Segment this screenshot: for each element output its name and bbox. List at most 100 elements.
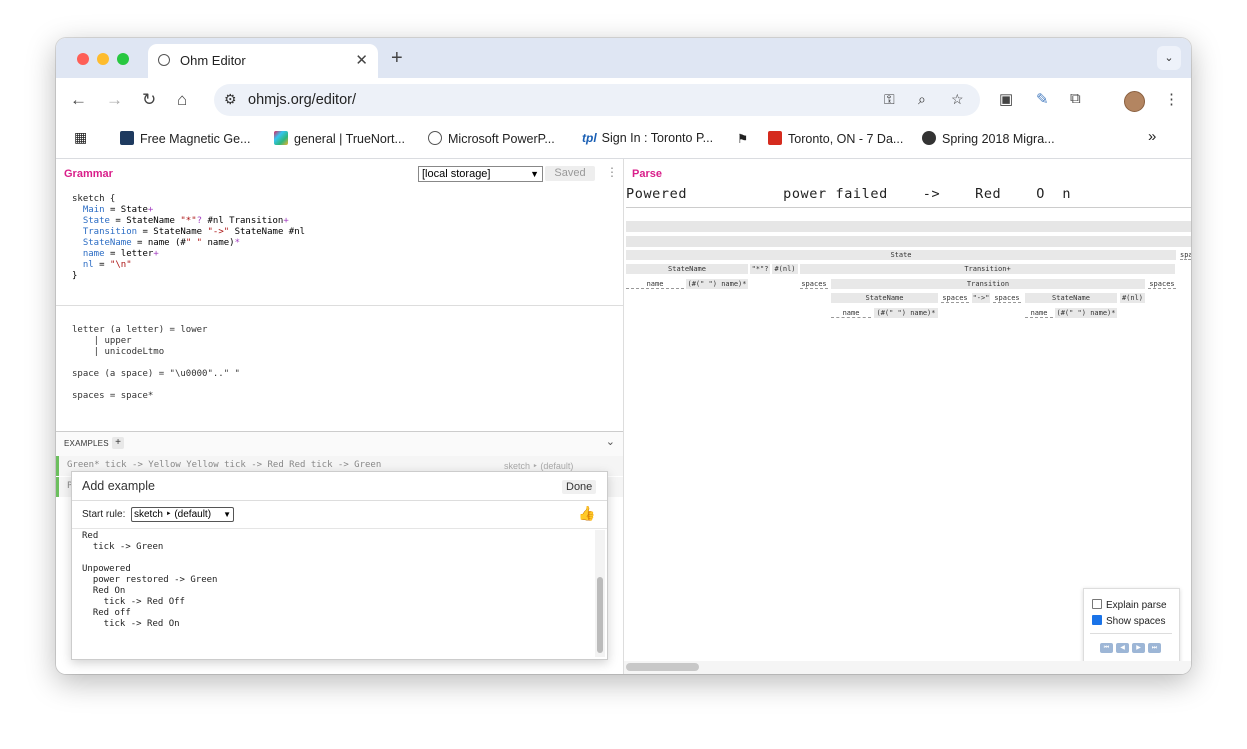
checkbox-icon (1092, 599, 1102, 609)
skip-to-end-icon[interactable]: ⏭ (1148, 643, 1161, 653)
show-spaces-checkbox[interactable]: Show spaces (1092, 615, 1165, 627)
start-rule-label: Start rule: (82, 509, 126, 520)
minimize-window-button[interactable] (97, 53, 109, 65)
tab-strip: Ohm Editor ✕ + ⌄ (56, 38, 1191, 78)
parse-header: Parse (632, 168, 662, 180)
new-tab-button[interactable]: + (391, 47, 403, 70)
parse-node-arrow[interactable]: "->" (972, 293, 990, 303)
grammar-header: Grammar (64, 168, 113, 180)
more-bookmarks-icon[interactable]: » (1148, 128, 1156, 145)
bookmark-3[interactable]: tpl Sign In : Toronto P... (582, 131, 713, 145)
address-bar[interactable]: ⚙ ohmjs.org/editor/ ⚿ ⌕ ☆ (214, 84, 980, 116)
parse-node-spaces[interactable]: spaces (800, 279, 828, 289)
browser-window: Ohm Editor ✕ + ⌄ ← → ↻ ⌂ ⚙ ohmjs.org/edi… (56, 38, 1191, 674)
step-back-icon[interactable]: ◀ (1116, 643, 1129, 653)
bookmark-flag-icon[interactable]: ⚑ (737, 131, 748, 146)
bookmark-1[interactable]: general | TrueNort... (274, 131, 405, 146)
thumbs-up-icon[interactable]: 👍 (578, 505, 595, 522)
close-tab-icon[interactable]: ✕ (355, 51, 368, 69)
parse-node-spaces[interactable]: spaces (1148, 279, 1176, 289)
parse-node-state[interactable]: State (626, 250, 1176, 260)
parse-horizontal-scrollbar[interactable] (624, 661, 1191, 674)
explain-parse-checkbox[interactable]: Explain parse (1092, 599, 1167, 611)
reload-icon[interactable]: ↻ (142, 90, 156, 110)
extensions-puzzle-icon[interactable]: ⧉ (1070, 90, 1081, 107)
parse-node-spaces[interactable]: spa (1180, 250, 1191, 260)
saved-button[interactable]: Saved (545, 166, 595, 181)
ohm-editor: Grammar [local storage] ▼ Saved ⋮ sketch … (56, 159, 1191, 674)
parse-node-statename[interactable]: StateName (626, 264, 748, 274)
parse-node-star[interactable]: "*"? (750, 264, 770, 274)
extension-icon[interactable]: ▣ (999, 90, 1013, 108)
parse-node-spaces[interactable]: spaces (993, 293, 1021, 303)
done-button[interactable]: Done (562, 480, 597, 494)
input-divider (626, 207, 1191, 208)
parse-node-transition-plus[interactable]: Transition+ (800, 264, 1175, 274)
tab-ohm-editor[interactable]: Ohm Editor ✕ (148, 44, 378, 78)
zoom-icon[interactable]: ⌕ (918, 91, 926, 108)
bookmark-0[interactable]: Free Magnetic Ge... (120, 131, 250, 146)
home-icon[interactable]: ⌂ (177, 90, 187, 110)
parse-node-name[interactable]: name (831, 308, 871, 318)
parse-node-main[interactable] (626, 221, 1191, 232)
forward-icon[interactable]: → (106, 90, 123, 110)
grammar-code-editor[interactable]: sketch { Main = State+ State = StateName… (72, 194, 305, 282)
parse-input-text: Powered power failed -> Red O n (626, 186, 1072, 202)
checked-checkbox-icon (1092, 615, 1102, 625)
editor-scroll-thumb[interactable] (597, 577, 603, 653)
storage-select[interactable]: [local storage] ▼ (418, 166, 543, 182)
options-divider (1090, 633, 1172, 634)
parse-node-name-star[interactable]: (#(" ") name)* (1055, 308, 1117, 318)
url-text[interactable]: ohmjs.org/editor/ (248, 92, 356, 108)
site-settings-icon[interactable]: ⚙ (224, 91, 237, 108)
parse-node-name[interactable]: name (1025, 308, 1053, 318)
profile-avatar[interactable] (1124, 91, 1145, 112)
add-example-button[interactable]: + (112, 437, 124, 449)
key-icon[interactable]: ⚿ (884, 91, 895, 108)
tab-title: Ohm Editor (180, 53, 246, 68)
parse-node-nl[interactable]: #(nl) (772, 264, 798, 274)
parse-node-spaces[interactable]: spaces (941, 293, 969, 303)
close-window-button[interactable] (77, 53, 89, 65)
parse-input[interactable]: Powered power failed -> Red O n (626, 186, 1071, 202)
bookmark-5[interactable]: Spring 2018 Migra... (922, 131, 1055, 146)
quill-extension-icon[interactable]: ✎ (1036, 90, 1049, 108)
browser-toolbar: ← → ↻ ⌂ ⚙ ohmjs.org/editor/ ⚿ ⌕ ☆ ▣ ✎ ⧉ … (56, 78, 1191, 122)
parse-node-nl[interactable]: #(nl) (1120, 293, 1145, 303)
parse-scroll-thumb[interactable] (626, 663, 699, 671)
start-rule-value: sketch ‣ (default) (134, 509, 212, 520)
tab-search-button[interactable]: ⌄ (1157, 46, 1181, 70)
apps-grid-icon[interactable]: ▦ (74, 129, 87, 146)
grammar-divider (56, 305, 623, 306)
parse-options-panel: Explain parse Show spaces ⏮ ◀ ▶ ⏭ (1083, 588, 1180, 665)
back-icon[interactable]: ← (70, 90, 87, 110)
parse-node-statename[interactable]: StateName (1025, 293, 1117, 303)
example-text-editor[interactable]: Red tick -> Green Unpowered power restor… (82, 531, 217, 630)
chevron-down-icon: ▼ (530, 169, 539, 179)
bookmark-4[interactable]: Toronto, ON - 7 Da... (768, 131, 903, 146)
zoom-window-button[interactable] (117, 53, 129, 65)
step-forward-icon[interactable]: ▶ (1132, 643, 1145, 653)
parse-node-state-plus[interactable] (626, 236, 1191, 247)
grammar-menu-icon[interactable]: ⋮ (606, 165, 618, 179)
show-spaces-label: Show spaces (1106, 616, 1166, 627)
examples-bar: EXAMPLES + ⌄ (56, 431, 623, 456)
parse-node-name-star[interactable]: (#(" ") name)* (874, 308, 938, 318)
explain-parse-label: Explain parse (1106, 600, 1167, 611)
parse-node-name-star[interactable]: (#(" ") name)* (686, 279, 748, 289)
bookmark-2[interactable]: Microsoft PowerP... (428, 131, 555, 146)
parse-node-transition[interactable]: Transition (831, 279, 1145, 289)
example-text: Green* tick -> Yellow Yellow tick -> Red… (67, 460, 382, 470)
grammar-pane: Grammar [local storage] ▼ Saved ⋮ sketch … (56, 159, 624, 674)
start-rule-select[interactable]: sketch ‣ (default) ▼ (131, 507, 234, 522)
examples-label: EXAMPLES (64, 439, 109, 448)
bookmarks-bar: ▦ Free Magnetic Ge... general | TrueNort… (56, 122, 1191, 159)
menu-icon[interactable]: ⋮ (1164, 90, 1179, 108)
parse-node-name[interactable]: name (626, 279, 684, 289)
bookmark-star-icon[interactable]: ☆ (951, 91, 964, 108)
skip-to-start-icon[interactable]: ⏮ (1100, 643, 1113, 653)
parse-node-statename[interactable]: StateName (831, 293, 938, 303)
dialog-divider (72, 500, 607, 501)
globe-icon (158, 54, 170, 66)
collapse-examples-icon[interactable]: ⌄ (606, 435, 615, 448)
